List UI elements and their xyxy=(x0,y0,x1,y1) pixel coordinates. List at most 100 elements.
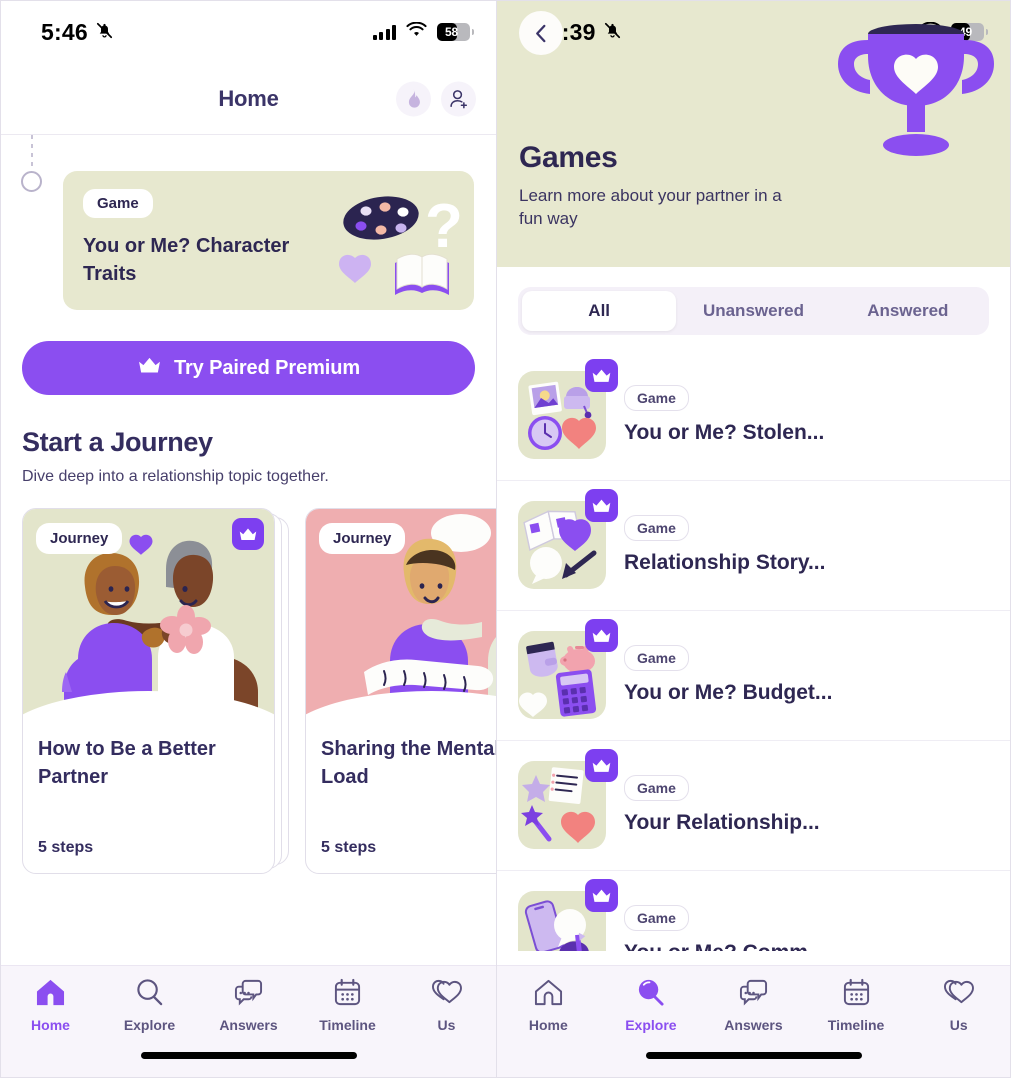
tab-label: Explore xyxy=(625,1017,677,1033)
timeline-game-card[interactable]: Game You or Me? Character Traits ? xyxy=(63,171,474,310)
status-time-group: 5:46 xyxy=(41,19,114,46)
home-screen: 5:46 58 Home Game You or Me? Character T… xyxy=(0,0,497,1078)
tab-label: Answers xyxy=(219,1017,278,1033)
game-row-body: Game Relationship Story... xyxy=(624,515,989,575)
back-button[interactable] xyxy=(519,11,563,55)
crown-icon xyxy=(137,356,162,380)
section-subtitle: Dive deep into a relationship topic toge… xyxy=(22,468,329,485)
bottom-tab-bar-right: Home Explore Answers Timeline Us xyxy=(497,965,1010,1077)
premium-crown-badge xyxy=(585,489,618,523)
tab-answers[interactable]: Answers xyxy=(203,978,295,1033)
tab-all[interactable]: All xyxy=(522,290,677,331)
tab-us[interactable]: Us xyxy=(913,978,1005,1033)
status-indicators-left: 58 xyxy=(372,21,474,43)
games-hero: 11:39 49 Games Learn more about your par… xyxy=(497,1,1010,267)
tab-timeline[interactable]: Timeline xyxy=(302,978,394,1033)
tab-label: Us xyxy=(437,1017,456,1033)
premium-crown-badge xyxy=(585,749,618,783)
battery-icon: 58 xyxy=(437,23,474,41)
tab-label: Home xyxy=(528,1017,568,1033)
journey-title: Sharing the Mental Load xyxy=(321,738,497,788)
journey-card-wrapper: Journey Sharing the Mental Load 5 steps xyxy=(305,508,497,874)
thumbnail-wrapper xyxy=(518,749,618,850)
journey-steps: 5 steps xyxy=(38,839,94,856)
game-list-item[interactable]: Game You or Me? Stolen... xyxy=(497,351,1010,481)
palette-question-book-art: ? xyxy=(339,192,463,295)
timeline-rail xyxy=(31,135,33,169)
bottom-tab-bar-left: Home Explore Answers Timeline Us xyxy=(1,965,496,1077)
filter-segmented-control: All Unanswered Answered xyxy=(518,286,989,335)
try-premium-label: Try Paired Premium xyxy=(173,356,361,379)
timeline-area: Game You or Me? Character Traits ? xyxy=(1,135,496,310)
game-category-pill: Game xyxy=(624,775,689,802)
tab-explore[interactable]: Explore xyxy=(605,978,697,1033)
search-icon xyxy=(134,978,165,1012)
two-hearts-icon xyxy=(943,978,975,1012)
battery-percent: 58 xyxy=(445,25,458,39)
section-title: Start a Journey xyxy=(22,427,213,457)
tab-answers[interactable]: Answers xyxy=(707,978,799,1033)
bell-off-icon xyxy=(603,19,622,46)
thumbnail-wrapper xyxy=(518,489,618,590)
add-person-icon[interactable] xyxy=(441,81,476,116)
journey-card-list: Journey How to Be a Better Partner 5 ste… xyxy=(1,508,496,874)
journey-card-wrapper: Journey How to Be a Better Partner 5 ste… xyxy=(22,508,289,874)
thumbnail-wrapper xyxy=(518,879,618,951)
game-row-body: Game You or Me? Stolen... xyxy=(624,385,989,445)
tab-home[interactable]: Home xyxy=(502,978,594,1033)
home-icon xyxy=(35,978,66,1012)
game-category-pill: Game xyxy=(624,515,689,542)
game-list-item[interactable]: Game Relationship Story... xyxy=(497,481,1010,611)
header-actions xyxy=(396,81,476,116)
status-bar-left: 5:46 58 xyxy=(1,1,496,63)
tab-answered[interactable]: Answered xyxy=(831,291,985,331)
chat-bubbles-icon xyxy=(738,978,769,1012)
timeline-node xyxy=(21,171,42,192)
screenshot-stage: 5:46 58 Home Game You or Me? Character T… xyxy=(0,0,1011,1078)
premium-crown-badge xyxy=(585,359,618,393)
chevron-left-icon xyxy=(535,24,545,42)
tab-unanswered[interactable]: Unanswered xyxy=(676,291,830,331)
games-list: Game You or Me? Stolen... Game Relations… xyxy=(497,350,1010,951)
flame-icon[interactable] xyxy=(396,81,431,116)
start-journey-section: Start a Journey Dive deep into a relatio… xyxy=(1,395,496,486)
journey-card[interactable]: Journey How to Be a Better Partner 5 ste… xyxy=(22,508,275,874)
calendar-icon xyxy=(841,978,872,1012)
tab-home[interactable]: Home xyxy=(5,978,97,1033)
journey-card[interactable]: Journey Sharing the Mental Load 5 steps xyxy=(305,508,497,874)
game-list-item[interactable]: Game You or Me? Budget... xyxy=(497,611,1010,741)
journey-card-body: How to Be a Better Partner 5 steps xyxy=(23,717,274,873)
card-title: You or Me? Character Traits xyxy=(83,235,290,285)
premium-crown-badge xyxy=(232,518,264,550)
tab-timeline[interactable]: Timeline xyxy=(810,978,902,1033)
svg-text:?: ? xyxy=(425,192,463,261)
game-list-item[interactable]: Game You or Me? Comm... xyxy=(497,871,1010,951)
two-hearts-icon xyxy=(431,978,462,1012)
thumbnail-wrapper xyxy=(518,619,618,720)
status-clock: 5:46 xyxy=(41,18,88,45)
trophy-with-heart-icon xyxy=(838,24,994,156)
game-title: You or Me? Stolen... xyxy=(624,421,825,445)
game-category-pill: Game xyxy=(624,905,689,932)
tab-us[interactable]: Us xyxy=(401,978,493,1033)
game-title: Your Relationship... xyxy=(624,811,820,835)
game-row-body: Game Your Relationship... xyxy=(624,775,989,835)
games-screen: 11:39 49 Games Learn more about your par… xyxy=(497,0,1011,1078)
game-title: Relationship Story... xyxy=(624,551,826,575)
tab-label: Home xyxy=(31,1017,70,1033)
try-premium-button[interactable]: Try Paired Premium xyxy=(22,341,475,395)
cellular-signal-icon xyxy=(372,24,396,40)
filter-tabs-wrapper: All Unanswered Answered xyxy=(497,266,1010,351)
journey-pill: Journey xyxy=(319,523,406,554)
game-list-item[interactable]: Game Your Relationship... xyxy=(497,741,1010,871)
journey-card-body: Sharing the Mental Load 5 steps xyxy=(306,717,497,873)
premium-crown-badge xyxy=(585,879,618,913)
games-list-scroll[interactable]: Game You or Me? Stolen... Game Relations… xyxy=(497,350,1010,951)
hero-title: Games xyxy=(519,141,618,174)
tab-explore[interactable]: Explore xyxy=(104,978,196,1033)
tab-label: Timeline xyxy=(319,1017,376,1033)
game-title: You or Me? Budget... xyxy=(624,681,833,705)
hero-text: Games Learn more about your partner in a… xyxy=(497,63,797,231)
journey-pill: Journey xyxy=(36,523,123,554)
search-icon xyxy=(635,978,666,1012)
